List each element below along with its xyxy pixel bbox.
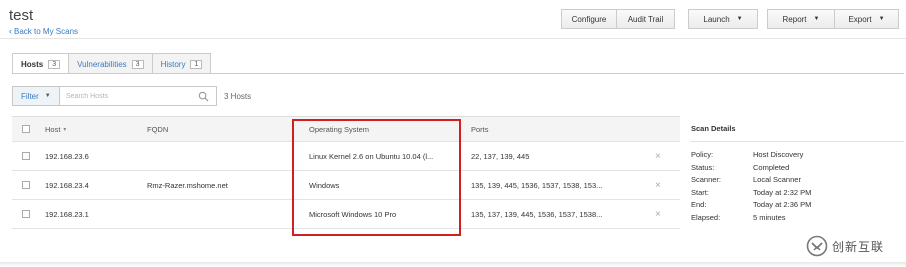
caret-down-icon: ▼ [44, 93, 51, 99]
row-checkbox[interactable] [22, 152, 30, 160]
caret-down-icon: ▼ [736, 16, 743, 22]
tab-count-badge: 3 [48, 59, 61, 69]
scan-details-title: Scan Details [690, 116, 904, 142]
table-row[interactable]: 192.168.23.6 Linux Kernel 2.6 on Ubuntu … [12, 142, 680, 171]
column-host-label: Host [45, 124, 61, 134]
table-row[interactable]: 192.168.23.4 Rmz-Razer.mshome.net Window… [12, 171, 680, 200]
filter-button[interactable]: Filter ▼ [12, 86, 60, 106]
os-cell: Linux Kernel 2.6 on Ubuntu 10.04 (l... [309, 151, 434, 161]
tab-vulnerabilities[interactable]: Vulnerabilities 3 [68, 53, 153, 74]
detail-label: End: [691, 200, 707, 209]
back-to-scans-link[interactable]: ‹ Back to My Scans [9, 26, 78, 36]
launch-button[interactable]: Launch ▼ [688, 9, 758, 29]
configure-label: Configure [571, 14, 607, 24]
ports-cell: 135, 139, 445, 1536, 1537, 1538, 153... [471, 180, 603, 190]
select-all-checkbox[interactable] [22, 125, 30, 133]
detail-label: Elapsed: [691, 212, 721, 222]
scan-detail-row: Elapsed: 5 minutes [690, 213, 904, 226]
tab-history[interactable]: History 1 [151, 53, 212, 74]
detail-value: Host Discovery [753, 150, 804, 159]
scan-detail-row: Policy: Host Discovery [690, 150, 904, 163]
os-cell: Windows [309, 180, 340, 190]
scan-detail-row: Status: Completed [690, 163, 904, 176]
header-divider [0, 38, 906, 39]
search-box [60, 86, 217, 106]
sort-icon: ▾ [63, 126, 67, 133]
host-cell: 192.168.23.6 [45, 151, 89, 161]
detail-value: Today at 2:32 PM [753, 187, 812, 197]
remove-icon[interactable]: × [655, 151, 661, 162]
column-host[interactable]: Host ▾ [45, 117, 66, 141]
page-title: test [9, 7, 34, 24]
scan-detail-row: Start: Today at 2:32 PM [690, 188, 904, 201]
hosts-table: Host ▾ FQDN Operating System Ports 192.16… [12, 116, 680, 229]
watermark: 创新互联 [806, 231, 906, 261]
tab-underline [12, 73, 904, 74]
table-header: Host ▾ FQDN Operating System Ports [12, 116, 680, 142]
host-cell: 192.168.23.4 [45, 180, 89, 190]
column-ports-label: Ports [471, 124, 489, 134]
tab-count-badge: 3 [131, 59, 144, 69]
report-button[interactable]: Report ▼ [767, 9, 835, 29]
table-row[interactable]: 192.168.23.1 Microsoft Windows 10 Pro 13… [12, 200, 680, 229]
bottom-edge [0, 262, 906, 267]
host-cell: 192.168.23.1 [45, 209, 89, 219]
launch-label: Launch [703, 14, 730, 24]
tab-bar: Hosts 3 Vulnerabilities 3 History 1 [12, 53, 212, 74]
column-os[interactable]: Operating System [309, 117, 369, 141]
audit-trail-label: Audit Trail [627, 14, 664, 24]
scan-detail-row: Scanner: Local Scanner [690, 175, 904, 188]
tab-label: History [160, 59, 186, 69]
column-fqdn-label: FQDN [147, 124, 169, 134]
remove-icon[interactable]: × [655, 209, 661, 220]
chevron-left-icon: ‹ [9, 26, 12, 36]
search-icon[interactable] [198, 91, 209, 102]
watermark-text: 创新互联 [832, 239, 885, 254]
ports-cell: 22, 137, 139, 445 [471, 151, 530, 161]
filter-label: Filter [21, 91, 39, 101]
tab-hosts[interactable]: Hosts 3 [12, 53, 70, 74]
detail-label: Scanner: [691, 175, 722, 184]
host-count: 3 Hosts [224, 91, 252, 101]
remove-icon[interactable]: × [655, 180, 661, 191]
export-button[interactable]: Export ▼ [835, 9, 899, 29]
tab-label: Hosts [21, 59, 44, 69]
detail-label: Start: [691, 187, 709, 197]
audit-trail-button[interactable]: Audit Trail [617, 9, 675, 29]
caret-down-icon: ▼ [813, 16, 820, 22]
detail-value: Completed [753, 162, 790, 172]
row-checkbox[interactable] [22, 210, 30, 218]
ports-cell: 135, 137, 139, 445, 1536, 1537, 1538... [471, 209, 603, 219]
back-link-label: Back to My Scans [14, 27, 79, 36]
row-checkbox[interactable] [22, 181, 30, 189]
export-label: Export [848, 14, 872, 24]
scan-details-panel: Scan Details Policy: Host Discovery Statu… [690, 116, 904, 225]
os-cell: Microsoft Windows 10 Pro [309, 209, 397, 219]
column-os-label: Operating System [309, 124, 370, 134]
scan-detail-row: End: Today at 2:36 PM [690, 200, 904, 213]
report-label: Report [782, 14, 807, 24]
detail-value: Today at 2:36 PM [753, 200, 812, 209]
detail-value: Local Scanner [753, 175, 801, 184]
filter-bar: Filter ▼ 3 Hosts [12, 86, 251, 106]
column-fqdn[interactable]: FQDN [147, 117, 168, 141]
fqdn-cell: Rmz-Razer.mshome.net [147, 180, 228, 190]
search-input[interactable] [60, 87, 190, 105]
detail-label: Policy: [691, 150, 714, 159]
detail-label: Status: [691, 162, 715, 172]
detail-value: 5 minutes [753, 212, 786, 222]
caret-down-icon: ▼ [878, 16, 885, 22]
tab-label: Vulnerabilities [77, 59, 127, 69]
watermark-logo-icon [806, 235, 828, 257]
tab-count-badge: 1 [190, 59, 203, 69]
column-ports[interactable]: Ports [471, 117, 489, 141]
configure-button[interactable]: Configure [561, 9, 617, 29]
